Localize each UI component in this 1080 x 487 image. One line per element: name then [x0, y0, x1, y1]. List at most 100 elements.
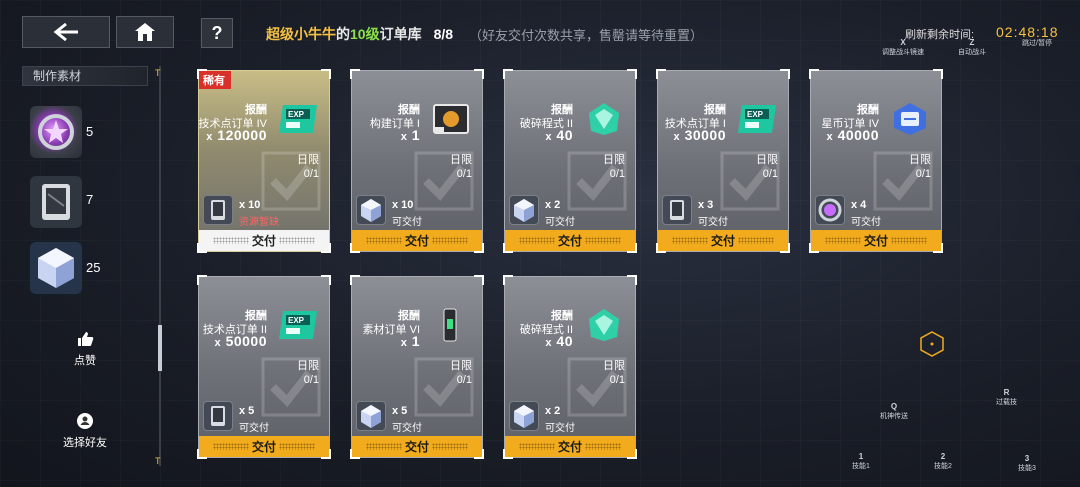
required-quantity: x 10: [239, 199, 261, 211]
hotkey-skill3[interactable]: 3 技能3: [1018, 454, 1036, 473]
deliver-button[interactable]: 交付: [658, 230, 788, 251]
corner-mark: [503, 69, 513, 79]
required-crystal-cube-icon: [356, 401, 386, 431]
build-card-icon: [430, 101, 472, 137]
exp-chip-icon: EXP: [736, 101, 778, 137]
reward-quantity: x 120000: [206, 127, 267, 143]
like-label: 点赞: [74, 355, 96, 367]
deliver-button[interactable]: 交付: [199, 230, 329, 251]
home-button[interactable]: [116, 16, 174, 48]
deliver-button[interactable]: 交付: [505, 436, 635, 457]
corner-mark: [321, 69, 331, 79]
star-coin-icon: [889, 101, 931, 137]
delivery-status: 可交付: [392, 423, 422, 434]
sidebar-scroll-thumb[interactable]: [158, 325, 162, 371]
order-card[interactable]: 稀有 报酬 技术点订单 IV x 120000 EXP 日限 0/1 x 10 资源暂缺 交付: [197, 69, 331, 253]
delivery-status: 可交付: [545, 423, 575, 434]
required-quantity: x 2: [545, 405, 561, 417]
daily-limit: 日限 0/1: [603, 154, 625, 180]
reward-quantity: x 50000: [214, 333, 267, 349]
help-button[interactable]: ?: [201, 18, 233, 48]
corner-mark: [656, 69, 666, 79]
delivery-status: 资源暂缺: [239, 217, 279, 228]
svg-text:EXP: EXP: [288, 316, 305, 325]
green-shard-icon: [583, 307, 625, 343]
svg-text:EXP: EXP: [747, 110, 764, 119]
required-quantity: x 5: [392, 405, 408, 417]
required-dark-tablet-icon: [203, 401, 233, 431]
hotkey-adjust-speed[interactable]: X 调整战斗镜速: [882, 38, 924, 57]
required-quantity: x 3: [698, 199, 714, 211]
corner-mark: [474, 275, 484, 285]
required-crystal-cube-icon: [356, 195, 386, 225]
materials-header: 制作素材: [22, 66, 148, 86]
required-crystal-cube-icon: [509, 195, 539, 225]
delivery-status: 可交付: [698, 217, 728, 228]
deliver-button[interactable]: 交付: [352, 230, 482, 251]
material-count: 7: [86, 192, 94, 207]
order-card[interactable]: 报酬 构建订单 Ix 1 日限 0/1 x 10 可交付 交付: [350, 69, 484, 253]
order-card[interactable]: 报酬 技术点订单 Ix 30000 EXP 日限 0/1 x 3 可交付 交付: [656, 69, 790, 253]
corner-mark: [627, 69, 637, 79]
deliver-button[interactable]: 交付: [505, 230, 635, 251]
purple-star-coin-icon: [38, 114, 74, 150]
hotkey-skill1[interactable]: 1 技能1: [852, 452, 870, 471]
material-dark-tablet[interactable]: [30, 176, 82, 228]
thumbs-up-icon: [78, 332, 94, 346]
hotkey-auto-battle[interactable]: Z 自动战斗: [958, 38, 986, 57]
order-card[interactable]: 报酬 破碎程式 II x 40 日限 0/1 x 2 可交付 交付: [503, 69, 637, 253]
material-purple-star-coin[interactable]: [30, 106, 82, 158]
order-count: 8/8: [433, 26, 454, 42]
title-suffix: 订单库: [379, 26, 422, 42]
like-button[interactable]: 点赞: [55, 330, 115, 368]
required-dark-tablet-icon: [662, 195, 692, 225]
order-card[interactable]: 报酬 素材订单 VI x 1 日限 0/1 x 5 可交付 交付: [350, 275, 484, 459]
hotkey-skill2[interactable]: 2 技能2: [934, 452, 952, 471]
rare-badge: 稀有: [199, 71, 231, 89]
home-icon: [135, 23, 155, 41]
corner-mark: [474, 69, 484, 79]
order-card[interactable]: 报酬 星币订单 IV x 40000 日限 0/1 x 4 可交付 交付: [809, 69, 943, 253]
player-level: 10级: [350, 26, 380, 42]
deliver-button[interactable]: 交付: [199, 436, 329, 457]
back-button[interactable]: [22, 16, 110, 48]
sidebar-scroll-track[interactable]: [159, 66, 161, 466]
svg-text:EXP: EXP: [288, 110, 305, 119]
corner-mark: [321, 275, 331, 285]
material-device-icon: [430, 307, 472, 343]
corner-mark: [350, 275, 360, 285]
select-friend-button[interactable]: 选择好友: [55, 412, 115, 450]
order-card[interactable]: 报酬 技术点订单 II x 50000 EXP 日限 0/1 x 5 可交付 交付: [197, 275, 331, 459]
required-quantity: x 10: [392, 199, 414, 211]
help-label: ?: [211, 22, 223, 43]
friend-icon: [77, 413, 93, 429]
required-quantity: x 5: [239, 405, 255, 417]
reward-quantity: x 40: [545, 127, 573, 143]
delivery-status: 可交付: [239, 423, 269, 434]
title-of: 的: [336, 26, 350, 42]
order-card[interactable]: 报酬 破碎程式 II x 40 日限 0/1 x 2 可交付 交付: [503, 275, 637, 459]
hexagon-indicator-icon[interactable]: [918, 330, 946, 358]
required-quantity: x 4: [851, 199, 867, 211]
corner-mark: [197, 275, 207, 285]
player-name: 超级小牛牛: [266, 26, 336, 42]
material-count: 25: [86, 260, 101, 275]
deliver-button[interactable]: 交付: [811, 230, 941, 251]
material-crystal-cube[interactable]: [30, 242, 82, 294]
delivery-status: 可交付: [392, 217, 422, 228]
crystal-cube-icon: [38, 248, 74, 288]
deliver-button[interactable]: 交付: [352, 436, 482, 457]
daily-limit: 日限 0/1: [603, 360, 625, 386]
daily-limit: 日限 0/1: [756, 154, 778, 180]
daily-limit: 日限 0/1: [297, 360, 319, 386]
reward-quantity: x 40: [545, 333, 573, 349]
corner-mark: [350, 69, 360, 79]
hotkey-skip-pause[interactable]: 跳过/暂停: [1022, 38, 1052, 48]
hotkey-overload[interactable]: R 过载技: [996, 388, 1017, 407]
page-title: 超级小牛牛的 10级 订单库 8/8 （好友交付次数共享，售罄请等待重置）: [266, 24, 703, 44]
required-dark-tablet-icon: [203, 195, 233, 225]
required-crystal-cube-icon: [509, 401, 539, 431]
hotkey-teleport[interactable]: Q 机神传送: [880, 402, 908, 421]
corner-mark: [780, 69, 790, 79]
daily-limit: 日限 0/1: [450, 154, 472, 180]
